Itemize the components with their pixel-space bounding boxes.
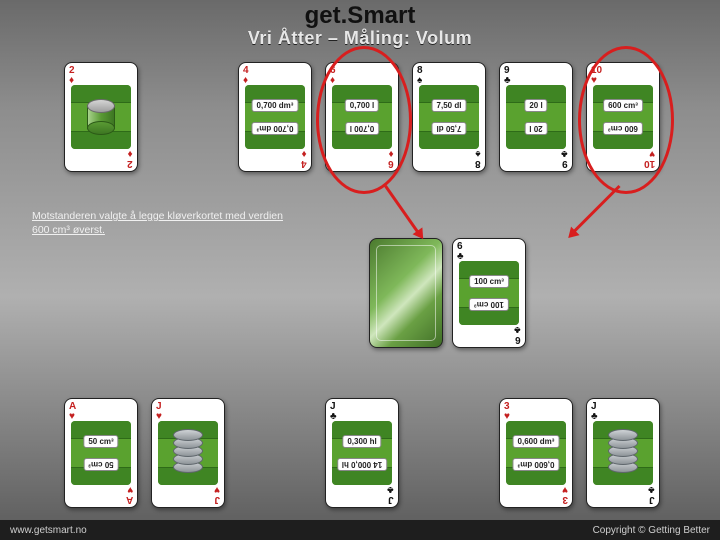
card-rank-bot: J♥: [214, 484, 220, 504]
card-rank-bot: A♥: [126, 484, 133, 504]
value-bottom: 14 000,0 hl: [337, 458, 387, 471]
card-back-pattern: [376, 245, 436, 341]
card-r1-5[interactable]: 9♣ 9♣ 20 l 20 l: [499, 62, 573, 172]
card-r3-3[interactable]: J♣ J♣ 0,300 hl 14 000,0 hl: [325, 398, 399, 508]
card-r1-2[interactable]: 4♦ 4♦ 0,700 dm³ 0,700 dm³: [238, 62, 312, 172]
value-top: 50 cm³: [83, 435, 118, 448]
value-top: 0,600 dm³: [513, 435, 560, 448]
card-r3-5[interactable]: J♣ J♣: [586, 398, 660, 508]
card-rank-bot: 6♣: [514, 324, 521, 344]
card-band: [332, 421, 392, 485]
value-top: 0,700 dm³: [252, 99, 299, 112]
card-r1-4[interactable]: 8♠ 8♠ 7,50 dl 7,50 dl: [412, 62, 486, 172]
card-band: [506, 85, 566, 149]
card-rank: 3♥: [504, 402, 510, 422]
card-r3-1[interactable]: A♥ A♥ 50 cm³ 50 cm³: [64, 398, 138, 508]
value-top: 20 l: [524, 99, 547, 112]
card-r1-1[interactable]: 2♦ 2♦: [64, 62, 138, 172]
footer-copyright: Copyright © Getting Better: [593, 525, 710, 536]
card-r3-4[interactable]: 3♥ 3♥ 0,600 dm³ 0,600 dm³: [499, 398, 573, 508]
value-bottom: 7,50 dl: [432, 122, 467, 135]
card-pile-top[interactable]: 6♣ 6♣ 100 cm³ 100 cm³: [452, 238, 526, 348]
value-top: 7,50 dl: [432, 99, 467, 112]
footer-bar: www.getsmart.no Copyright © Getting Bett…: [0, 520, 720, 540]
card-rank: 4♦: [243, 66, 249, 86]
card-band: [71, 421, 131, 485]
footer-url: www.getsmart.no: [10, 525, 87, 536]
card-back-pile[interactable]: [369, 238, 443, 348]
arrow-icon: [384, 185, 419, 233]
card-rank-bot: J♣: [387, 484, 394, 504]
slide-stage: get.Smart Vri Åtter – Måling: Volum 2♦ 2…: [0, 0, 720, 540]
card-rank: 6♣: [457, 242, 464, 262]
highlight-ring: [316, 46, 412, 194]
card-r3-2[interactable]: J♥ J♥: [151, 398, 225, 508]
card-band: [419, 85, 479, 149]
value-bottom: 0,700 dm³: [252, 122, 299, 135]
value-top: 0,300 hl: [342, 435, 381, 448]
arrow-icon: [573, 185, 620, 232]
card-rank-bot: 2♦: [127, 148, 133, 168]
card-band: [245, 85, 305, 149]
card-band: [506, 421, 566, 485]
card-rank-bot: 9♣: [561, 148, 568, 168]
value-bottom: 50 cm³: [83, 458, 118, 471]
card-rank-bot: 8♠: [475, 148, 481, 168]
card-rank: A♥: [69, 402, 76, 422]
card-rank-bot: 3♥: [562, 484, 568, 504]
card-rank: J♣: [591, 402, 598, 422]
card-rank-bot: J♣: [648, 484, 655, 504]
card-rank: J♥: [156, 402, 162, 422]
highlight-ring: [578, 46, 674, 194]
card-band: [459, 261, 519, 325]
card-rank: 9♣: [504, 66, 511, 86]
value-bottom: 20 l: [524, 122, 547, 135]
card-rank-bot: 4♦: [301, 148, 307, 168]
card-rank: J♣: [330, 402, 337, 422]
title-main: get.Smart: [0, 2, 720, 30]
value-top: 100 cm³: [469, 275, 509, 288]
value-bottom: 0,600 dm³: [513, 458, 560, 471]
disk-stack-icon: [608, 433, 638, 473]
disk-stack-icon: [173, 433, 203, 473]
caption-text: Motstanderen valgte å legge kløverkortet…: [32, 210, 292, 237]
cylinder-icon: [87, 99, 115, 135]
card-rank: 8♠: [417, 66, 423, 86]
value-bottom: 100 cm³: [469, 298, 509, 311]
card-rank: 2♦: [69, 66, 75, 86]
